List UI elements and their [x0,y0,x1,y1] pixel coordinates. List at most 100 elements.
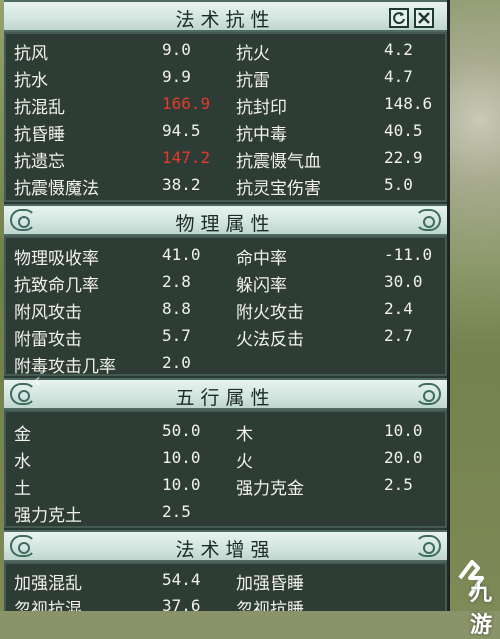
refresh-button[interactable] [389,8,409,28]
stat-row: 金 50.0 木 10.0 [4,417,447,445]
stat-row: 抗水 9.9 抗雷 4.7 [4,63,447,91]
stat-value-highlighted: 166.9 [162,94,211,113]
stat-label: 抗混乱 [14,98,65,118]
stat-value: -11.0 [384,245,433,264]
stat-row: 抗致命几率 2.8 躲闪率 30.0 [4,268,447,296]
stat-row: 抗昏睡 94.5 抗中毒 40.5 [4,117,447,145]
stat-value: 30.0 [384,272,423,291]
stat-value: 9.9 [162,67,191,86]
stat-label: 附火攻击 [236,303,304,323]
stat-value: 10.0 [384,421,423,440]
stat-row: 抗混乱 166.9 抗封印 148.6 [4,90,447,118]
stat-label: 加强昏睡 [236,574,304,594]
stat-row: 强力克土 2.5 [4,498,447,526]
stat-value: 148.6 [384,94,433,113]
stat-value-highlighted: 147.2 [162,148,211,167]
stat-label: 火法反击 [236,330,304,350]
section-body-spell-resistance: 抗风 9.0 抗火 4.2 抗水 9.9 抗雷 4.7 抗混乱 166.9 抗封… [4,32,447,202]
stat-label: 抗灵宝伤害 [236,179,321,199]
stat-row: 抗遗忘 147.2 抗震慑气血 22.9 [4,144,447,172]
stat-value: 38.2 [162,175,201,194]
scroll-ornament-icon [415,383,441,405]
refresh-icon [393,12,405,25]
stat-label: 命中率 [236,249,287,269]
stat-label: 抗中毒 [236,125,287,145]
stat-value: 5.0 [384,175,413,194]
stat-value: 2.5 [162,502,191,521]
stat-value: 10.0 [162,448,201,467]
stat-value: 50.0 [162,421,201,440]
stat-label: 抗遗忘 [14,152,65,172]
section-header-spell-resistance: 法术抗性 [4,0,447,32]
stat-value: 9.0 [162,40,191,59]
stat-value: 4.2 [384,40,413,59]
stat-label: 抗昏睡 [14,125,65,145]
stat-value: 10.0 [162,475,201,494]
stat-label: 抗封印 [236,98,287,118]
stat-row: 附风攻击 8.8 附火攻击 2.4 [4,295,447,323]
stat-label: 加强混乱 [14,574,82,594]
stat-row: 物理吸收率 41.0 命中率 -11.0 [4,241,447,269]
section-body-spell-boost: 加强混乱 54.4 加强昏睡 忽视抗混 37.6 忽视抗睡 [4,562,447,611]
scroll-ornament-icon [415,209,441,231]
section-title: 物理属性 [175,213,276,235]
stat-label: 水 [14,452,31,472]
stat-label: 物理吸收率 [14,249,99,269]
stat-value: 37.6 [162,596,201,611]
stat-value: 2.4 [384,299,413,318]
stat-row: 加强混乱 54.4 加强昏睡 [4,566,447,594]
stat-value: 54.4 [162,570,201,589]
stat-label: 附毒攻击几率 [14,357,116,377]
resistance-panel: 法术抗性 抗风 9.0 抗火 4.2 抗水 9.9 抗雷 4.7 抗混乱 166… [4,0,450,611]
stat-label: 忽视抗混 [14,600,82,611]
section-title: 法术增强 [175,539,276,561]
section-title: 法术抗性 [175,9,276,31]
stat-row: 附毒攻击几率 2.0 [4,349,447,377]
stat-label: 抗火 [236,44,270,64]
stat-value: 40.5 [384,121,423,140]
stat-row: 土 10.0 强力克金 2.5 [4,471,447,499]
stat-row: 抗风 9.0 抗火 4.2 [4,36,447,64]
stat-value: 94.5 [162,121,201,140]
section-header-physical: 物理属性 [4,204,447,236]
stat-value: 2.0 [162,353,191,372]
stat-label: 抗雷 [236,71,270,91]
stat-value: 2.8 [162,272,191,291]
stat-label: 土 [14,479,31,499]
stat-row: 抗震慑魔法 38.2 抗灵宝伤害 5.0 [4,171,447,199]
stat-label: 附雷攻击 [14,330,82,350]
watermark-text: 九游 [470,581,493,638]
stat-row: 忽视抗混 37.6 忽视抗睡 [4,592,447,611]
stat-label: 抗震慑魔法 [14,179,99,199]
stat-value: 2.5 [384,475,413,494]
stat-value: 4.7 [384,67,413,86]
close-button[interactable] [414,8,434,28]
stat-label: 附风攻击 [14,303,82,323]
stat-value: 41.0 [162,245,201,264]
stat-value: 20.0 [384,448,423,467]
stat-value: 5.7 [162,326,191,345]
section-title: 五行属性 [175,387,276,409]
section-header-spell-boost: 法术增强 [4,530,447,562]
stat-row: 附雷攻击 5.7 火法反击 2.7 [4,322,447,350]
stat-label: 金 [14,425,31,445]
stat-label: 强力克土 [14,506,82,526]
stat-value: 8.8 [162,299,191,318]
stat-label: 抗水 [14,71,48,91]
section-header-five-elements: 五行属性 [4,378,447,410]
chevron-left-icon[interactable]: ‹ [33,368,41,392]
stat-label: 抗震慑气血 [236,152,321,172]
stat-label: 强力克金 [236,479,304,499]
stat-label: 木 [236,425,253,445]
stat-row: 水 10.0 火 20.0 [4,444,447,472]
close-icon [418,12,430,24]
scroll-ornament-icon [415,535,441,557]
stat-label: 忽视抗睡 [236,600,304,611]
stat-label: 抗致命几率 [14,276,99,296]
stat-label: 抗风 [14,44,48,64]
section-body-five-elements: 金 50.0 木 10.0 水 10.0 火 20.0 土 10.0 强力克金 … [4,410,447,528]
stat-label: 躲闪率 [236,276,287,296]
section-body-physical: 物理吸收率 41.0 命中率 -11.0 抗致命几率 2.8 躲闪率 30.0 … [4,236,447,377]
stat-value: 2.7 [384,326,413,345]
stat-value: 22.9 [384,148,423,167]
